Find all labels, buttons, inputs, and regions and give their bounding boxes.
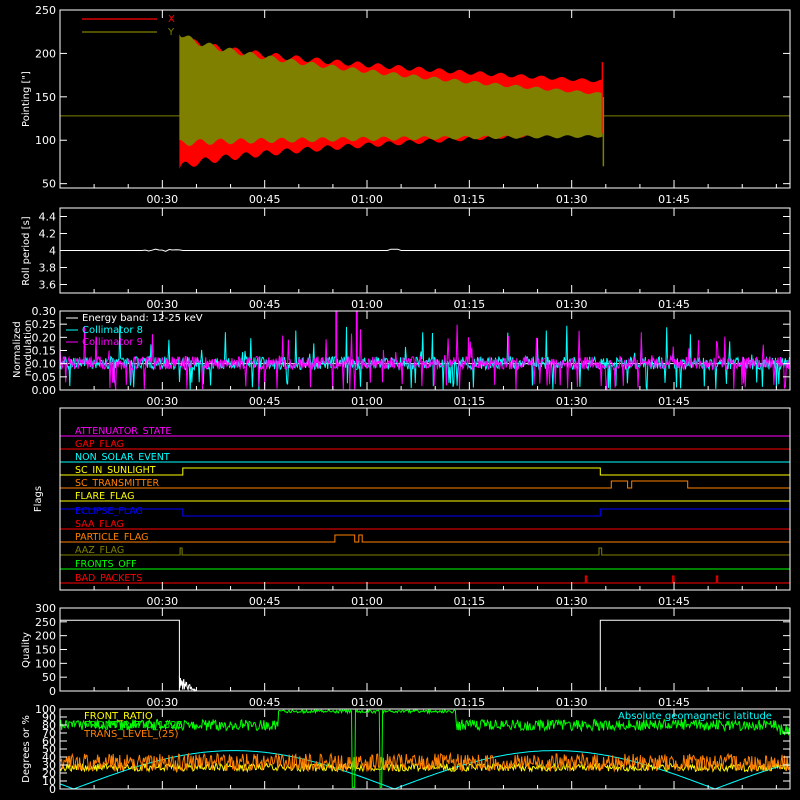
modulation-xtick-label: 00:45 <box>249 395 281 408</box>
pointing-ytick-label: 200 <box>35 47 56 60</box>
roll-xtick-label: 00:45 <box>249 298 281 311</box>
roll-ytick-label: 4.4 <box>39 211 57 224</box>
flags-xtick-label: 01:45 <box>658 595 690 608</box>
quality-xtick-label: 01:45 <box>658 696 690 709</box>
quality-ytick-label: 0 <box>49 685 56 698</box>
modulation-xtick-label: 01:30 <box>556 395 588 408</box>
pointing-xtick-label: 01:45 <box>658 193 690 206</box>
flags-xtick-label: 01:15 <box>453 595 485 608</box>
quality-ytick-label: 250 <box>35 616 56 629</box>
roll-ytick-label: 3.6 <box>39 279 57 292</box>
modulation-xtick-label: 01:00 <box>351 395 383 408</box>
pointing-xtick-label: 01:00 <box>351 193 383 206</box>
flag-label-sc-in-sunlight: SC_IN_SUNLIGHT <box>75 465 156 476</box>
flag-label-bad-packets: BAD_PACKETS <box>75 573 142 584</box>
pointing-xtick-label: 00:45 <box>249 193 281 206</box>
modulation-ytick-label: 0.25 <box>32 318 57 331</box>
flag-label-eclipse-flag: ECLIPSE_FLAG <box>75 506 143 517</box>
flags-y-axis-label: Flags <box>33 486 44 512</box>
roll-ytick-label: 3.8 <box>39 262 57 275</box>
legend-x-label: X <box>168 14 175 25</box>
flag-label-gap-flag: GAP_FLAG <box>75 439 124 450</box>
flags-xtick-label: 00:30 <box>146 595 178 608</box>
pointing-ytick-label: 50 <box>42 178 56 191</box>
pointing-ytick-label: 150 <box>35 91 56 104</box>
degrees-ytick-label: 100 <box>35 703 56 716</box>
quality-ytick-label: 50 <box>42 671 56 684</box>
quality-ytick-label: 300 <box>35 602 56 615</box>
roll-ytick-label: 4.2 <box>39 228 57 241</box>
quality-xtick-label: 00:45 <box>249 696 281 709</box>
flag-label-saa-flag: SAA_FLAG <box>75 519 124 530</box>
flags-xtick-label: 00:45 <box>249 595 281 608</box>
roll-xtick-label: 01:30 <box>556 298 588 311</box>
roll-xtick-label: 01:00 <box>351 298 383 311</box>
legend-energy-band: Energy band: 12-25 keV <box>82 313 203 324</box>
legend-collimator-9: Collimator 9 <box>82 337 143 348</box>
modulation-ytick-label: 0.20 <box>32 331 57 344</box>
quality-y-axis-label: Quality <box>21 632 32 668</box>
modulation-ytick-label: 0.05 <box>32 371 57 384</box>
roll-xtick-label: 01:15 <box>453 298 485 311</box>
figure: X Y Pointing ["] 5010015020025000:30 00:4… <box>0 0 800 800</box>
flag-label-fronts-off: FRONTS_OFF <box>75 559 137 570</box>
roll-xtick-label: 00:30 <box>146 298 178 311</box>
roll-y-axis-label: Roll period [s] <box>21 216 32 285</box>
flag-label-flare-flag: FLARE_FLAG <box>75 491 135 502</box>
legend-y-label: Y <box>167 27 175 38</box>
modulation-xtick-label: 01:45 <box>658 395 690 408</box>
flag-label-sc-transmitter: SC_TRANSMITTER <box>75 478 160 489</box>
pointing-xtick-label: 01:30 <box>556 193 588 206</box>
roll-xtick-label: 01:45 <box>658 298 690 311</box>
modulation-xtick-label: 00:30 <box>146 395 178 408</box>
pointing-xtick-label: 01:15 <box>453 193 485 206</box>
quality-ytick-label: 100 <box>35 657 56 670</box>
quality-ytick-label: 150 <box>35 644 56 657</box>
degrees-y-axis-label: Degrees or % <box>21 715 32 783</box>
quality-xtick-label: 00:30 <box>146 696 178 709</box>
quality-ytick-label: 200 <box>35 630 56 643</box>
roll-ytick-label: 4 <box>49 245 56 258</box>
geomagnetic-latitude-annotation: Absolute geomagnetic latitude <box>618 711 772 722</box>
pointing-ytick-label: 250 <box>35 4 56 17</box>
quality-xtick-label: 01:30 <box>556 696 588 709</box>
pointing-ytick-label: 100 <box>35 134 56 147</box>
legend-collimator-8: Collimator 8 <box>82 325 143 336</box>
flag-label-aaz-flag: AAZ_FLAG <box>75 545 124 556</box>
flag-label-non-solar-event: NON_SOLAR_EVENT <box>75 452 170 463</box>
flag-label-particle-flag: PARTICLE_FLAG <box>75 532 148 543</box>
modulation-xtick-label: 01:15 <box>453 395 485 408</box>
quality-xtick-label: 01:15 <box>453 696 485 709</box>
quality-xtick-label: 01:00 <box>351 696 383 709</box>
flags-xtick-label: 01:30 <box>556 595 588 608</box>
modulation-ytick-label: 0.10 <box>32 358 57 371</box>
flags-xtick-label: 01:00 <box>351 595 383 608</box>
modulation-y-axis-label-line1: Normalized <box>12 321 23 378</box>
pointing-y-axis-label: Pointing ["] <box>21 71 32 127</box>
legend-trans-level: TRANS_LEVEL_(25) <box>83 729 179 740</box>
pointing-xtick-label: 00:30 <box>146 193 178 206</box>
modulation-ytick-label: 0.30 <box>32 305 57 318</box>
flag-label-attenuator-state: ATTENUATOR_STATE <box>75 426 171 437</box>
modulation-ytick-label: 0.00 <box>32 384 57 397</box>
modulation-ytick-label: 0.15 <box>32 345 57 358</box>
